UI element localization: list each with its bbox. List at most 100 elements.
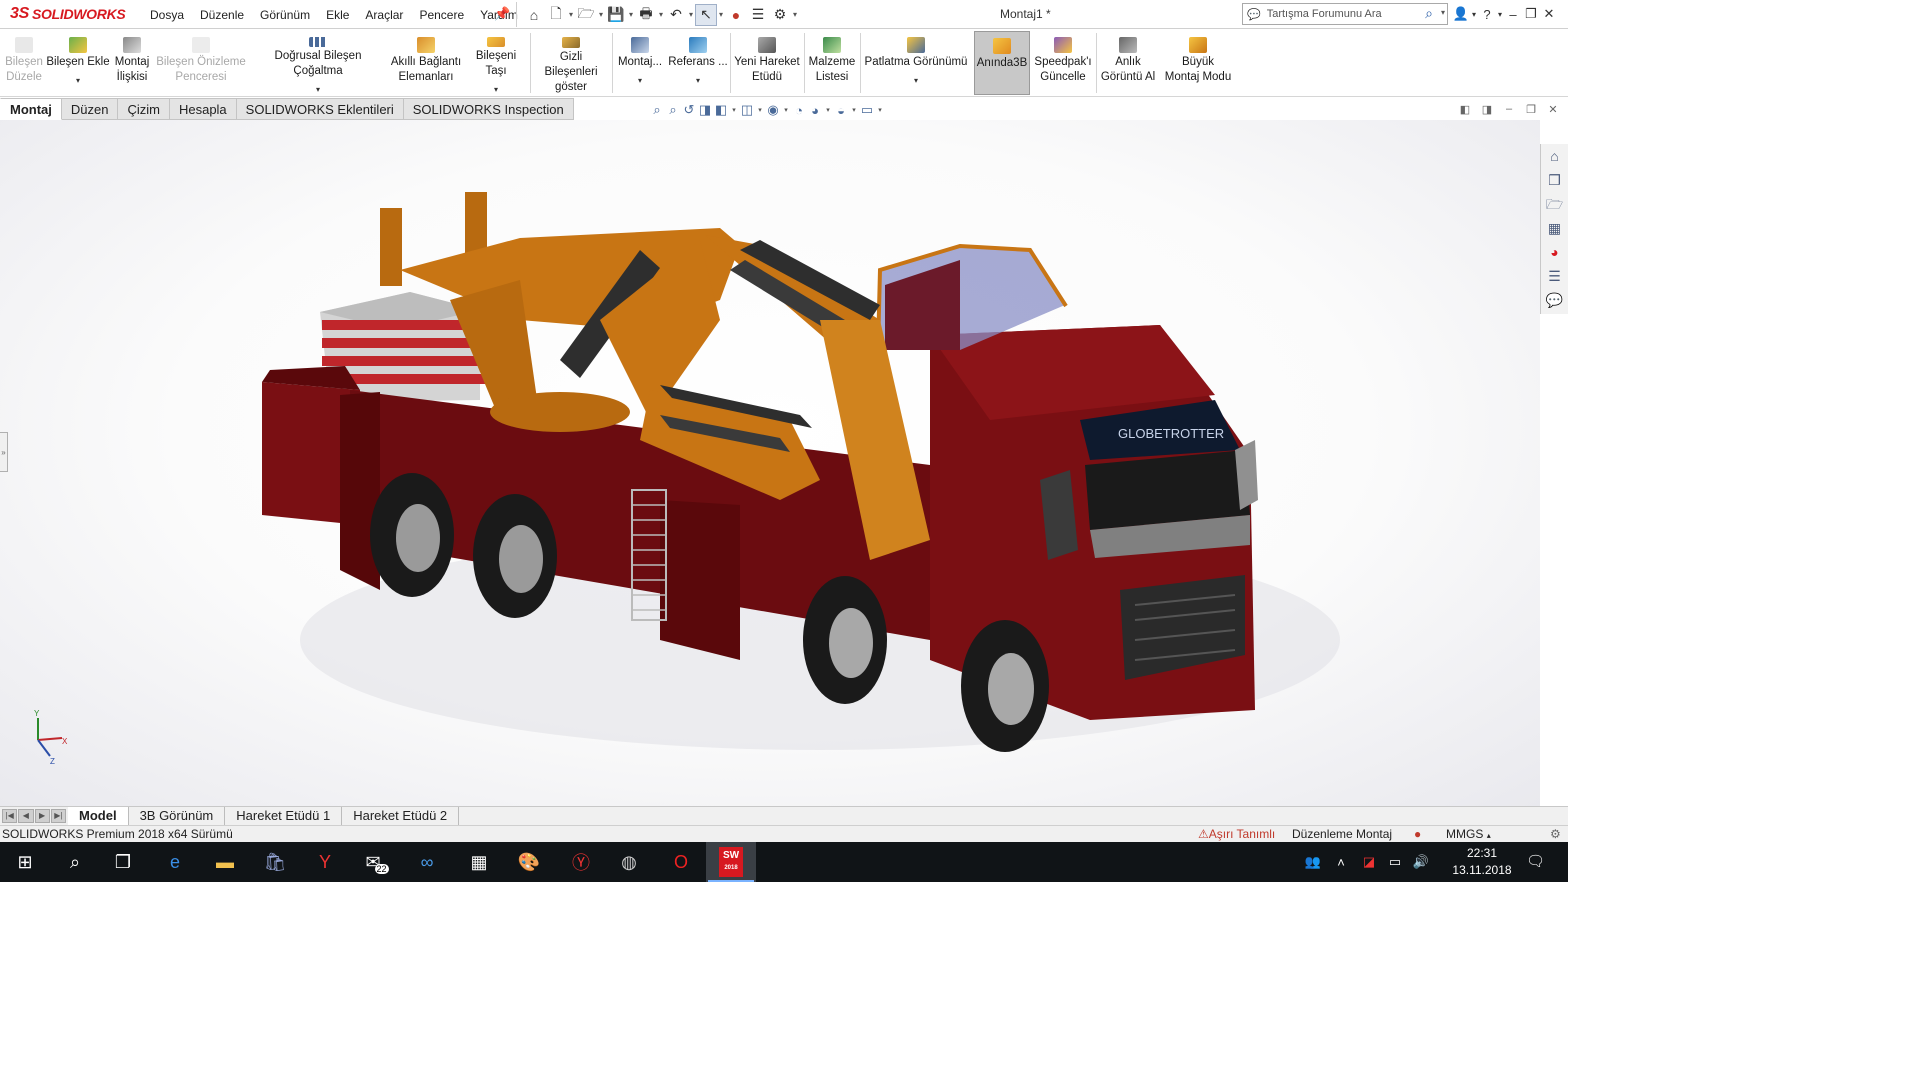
options-gear-icon[interactable]: ⚙ xyxy=(769,4,791,26)
undo-icon[interactable]: ↶ xyxy=(665,4,687,26)
chevron-down-icon[interactable]: ▾ xyxy=(1470,10,1478,19)
reference-geometry-button[interactable]: Referans ... ▾ xyxy=(668,31,728,95)
tile-right-icon[interactable]: ◨ xyxy=(1480,103,1494,116)
home-icon[interactable]: ⌂ xyxy=(523,4,545,26)
edge-app[interactable]: e xyxy=(150,842,200,882)
chevron-down-icon[interactable]: ▾ xyxy=(1496,10,1504,19)
print-icon[interactable]: 🖶 xyxy=(635,4,657,26)
file-explorer-app[interactable]: ▬ xyxy=(200,842,250,882)
chevron-down-icon[interactable]: ▾ xyxy=(494,85,498,95)
file-properties-icon[interactable]: ☰ xyxy=(747,4,769,26)
search-button[interactable]: ⌕ xyxy=(50,842,100,882)
forum-icon[interactable]: 💬 xyxy=(1544,288,1566,312)
chevron-down-icon[interactable]: ▾ xyxy=(687,10,695,19)
smart-fasteners-button[interactable]: Akıllı Bağlantı Elemanları xyxy=(390,31,462,95)
update-speedpak-button[interactable]: Speedpak'ı Güncelle xyxy=(1032,31,1094,95)
search-icon[interactable]: ⌕ xyxy=(1425,5,1433,22)
tab-addins[interactable]: SOLIDWORKS Eklentileri xyxy=(236,98,404,120)
zoom-to-fit-icon[interactable]: ⌕ xyxy=(650,102,664,118)
hide-show-items-icon[interactable]: ◔ xyxy=(792,103,806,118)
battery-icon[interactable]: ▭ xyxy=(1382,854,1408,870)
user-icon[interactable]: 👤 xyxy=(1452,6,1470,22)
chevron-down-icon[interactable]: ▾ xyxy=(567,10,575,19)
chevron-down-icon[interactable]: ▾ xyxy=(597,10,605,19)
prev-tab-icon[interactable]: ◀ xyxy=(18,809,34,823)
close-icon[interactable]: ✕ xyxy=(1540,6,1558,22)
dynamic-annotation-icon[interactable]: ◧ xyxy=(714,102,728,118)
tab-model[interactable]: Model xyxy=(68,807,129,826)
chevron-down-icon[interactable]: ▾ xyxy=(850,106,858,114)
tab-inspection[interactable]: SOLIDWORKS Inspection xyxy=(403,98,574,120)
task-view-button[interactable]: ❐ xyxy=(98,842,148,882)
bill-of-materials-button[interactable]: Malzeme Listesi xyxy=(806,31,858,95)
display-style-icon[interactable]: ◉ xyxy=(766,102,780,118)
media-app[interactable]: ◍ xyxy=(604,842,654,882)
chevron-down-icon[interactable]: ▾ xyxy=(657,10,665,19)
select-pointer-icon[interactable]: ↖ xyxy=(695,3,717,26)
search-box[interactable]: 💬 Tartışma Forumunu Ara ⌕ ▾ xyxy=(1242,3,1448,25)
restore-icon[interactable]: ❐ xyxy=(1522,6,1540,22)
first-tab-icon[interactable]: |◀ xyxy=(2,809,18,823)
next-tab-icon[interactable]: ▶ xyxy=(34,809,50,823)
menu-window[interactable]: Pencere xyxy=(411,8,472,22)
custom-properties-icon[interactable]: ☰ xyxy=(1544,264,1566,288)
linear-pattern-button[interactable]: Doğrusal Bileşen Çoğaltma ▾ xyxy=(250,31,386,95)
tab-3d-view[interactable]: 3B Görünüm xyxy=(129,807,226,826)
people-icon[interactable]: 👥 xyxy=(1300,854,1326,870)
instant3d-button[interactable]: Anında3B xyxy=(974,31,1030,95)
doc-close-icon[interactable]: ✕ xyxy=(1546,103,1560,116)
store-app[interactable]: 🛍 xyxy=(250,842,300,882)
appearances-icon[interactable]: ◕ xyxy=(1544,240,1566,264)
mate-button[interactable]: Montaj İlişkisi xyxy=(112,31,152,95)
chevron-down-icon[interactable]: ▾ xyxy=(791,10,799,19)
yandex-app[interactable]: Y xyxy=(300,842,350,882)
save-icon[interactable]: 💾 xyxy=(605,4,627,26)
tab-sketch[interactable]: Çizim xyxy=(118,98,170,120)
tab-assembly[interactable]: Montaj xyxy=(0,98,62,120)
paint-app[interactable]: 🎨 xyxy=(504,842,554,882)
rebuild-indicator-icon[interactable]: ● xyxy=(1414,826,1421,842)
last-tab-icon[interactable]: ▶| xyxy=(50,809,66,823)
design-library-icon[interactable]: ❒ xyxy=(1544,168,1566,192)
tab-motion-study-2[interactable]: Hareket Etüdü 2 xyxy=(342,807,460,826)
solidworks-logo[interactable]: 3S SOLIDWORKS xyxy=(10,4,126,24)
chevron-up-icon[interactable]: ˄ xyxy=(1326,855,1356,870)
view-settings-icon[interactable]: ▭ xyxy=(860,102,874,118)
view-palette-icon[interactable]: ▦ xyxy=(1544,216,1566,240)
view-orientation-icon[interactable]: ◫ xyxy=(740,102,754,118)
solidworks-app[interactable]: SW 2018 xyxy=(706,842,756,882)
tab-motion-study-1[interactable]: Hareket Etüdü 1 xyxy=(225,807,343,826)
chevron-down-icon[interactable]: ▾ xyxy=(638,76,642,86)
component-preview-button[interactable]: Bileşen Önizleme Penceresi xyxy=(156,31,246,95)
over-defined-warning[interactable]: ⚠Aşırı Tanımlı xyxy=(1198,826,1275,842)
show-hidden-components-button[interactable]: Gizli Bileşenleri göster xyxy=(532,31,610,95)
exploded-view-button[interactable]: Patlatma Görünümü ▾ xyxy=(862,31,970,95)
start-button[interactable]: ⊞ xyxy=(0,842,50,882)
dev-tool-app[interactable]: ∞ xyxy=(402,842,452,882)
open-folder-icon[interactable]: 🗁 xyxy=(575,4,597,26)
feature-manager-toggle-handle[interactable]: » xyxy=(0,432,8,472)
assembly-features-button[interactable]: Montaj... ▾ xyxy=(616,31,664,95)
chevron-down-icon[interactable]: ▾ xyxy=(824,106,832,114)
mail-app[interactable]: ✉ 22 xyxy=(352,842,402,882)
help-icon[interactable]: ? xyxy=(1478,7,1496,22)
previous-view-icon[interactable]: ↺ xyxy=(682,102,696,118)
doc-minimize-icon[interactable]: – xyxy=(1502,103,1516,116)
truck-crane-model[interactable]: GLOBETROTTER Y X Z xyxy=(0,120,1540,806)
doc-restore-icon[interactable]: ❐ xyxy=(1524,103,1538,116)
section-view-icon[interactable]: ◨ xyxy=(698,102,712,118)
minimize-icon[interactable]: – xyxy=(1504,7,1522,22)
chevron-down-icon[interactable]: ▾ xyxy=(730,106,738,114)
rebuild-traffic-light-icon[interactable]: ● xyxy=(725,4,747,26)
zoom-to-area-icon[interactable]: ⌕ xyxy=(666,102,680,118)
menu-view[interactable]: Görünüm xyxy=(252,8,318,22)
calculator-app[interactable]: ▦ xyxy=(454,842,504,882)
edit-appearance-icon[interactable]: ◕ xyxy=(808,103,822,118)
apply-scene-icon[interactable]: ◒ xyxy=(834,103,848,118)
action-center-icon[interactable]: 🗨 xyxy=(1526,852,1545,870)
edit-component-button[interactable]: Bileşen Düzele xyxy=(4,31,44,95)
chevron-down-icon[interactable]: ▾ xyxy=(1441,8,1445,17)
clock[interactable]: 22:31 13.11.2018 xyxy=(1452,845,1512,879)
new-motion-study-button[interactable]: Yeni Hareket Etüdü xyxy=(732,31,802,95)
chevron-down-icon[interactable]: ▾ xyxy=(76,76,80,86)
